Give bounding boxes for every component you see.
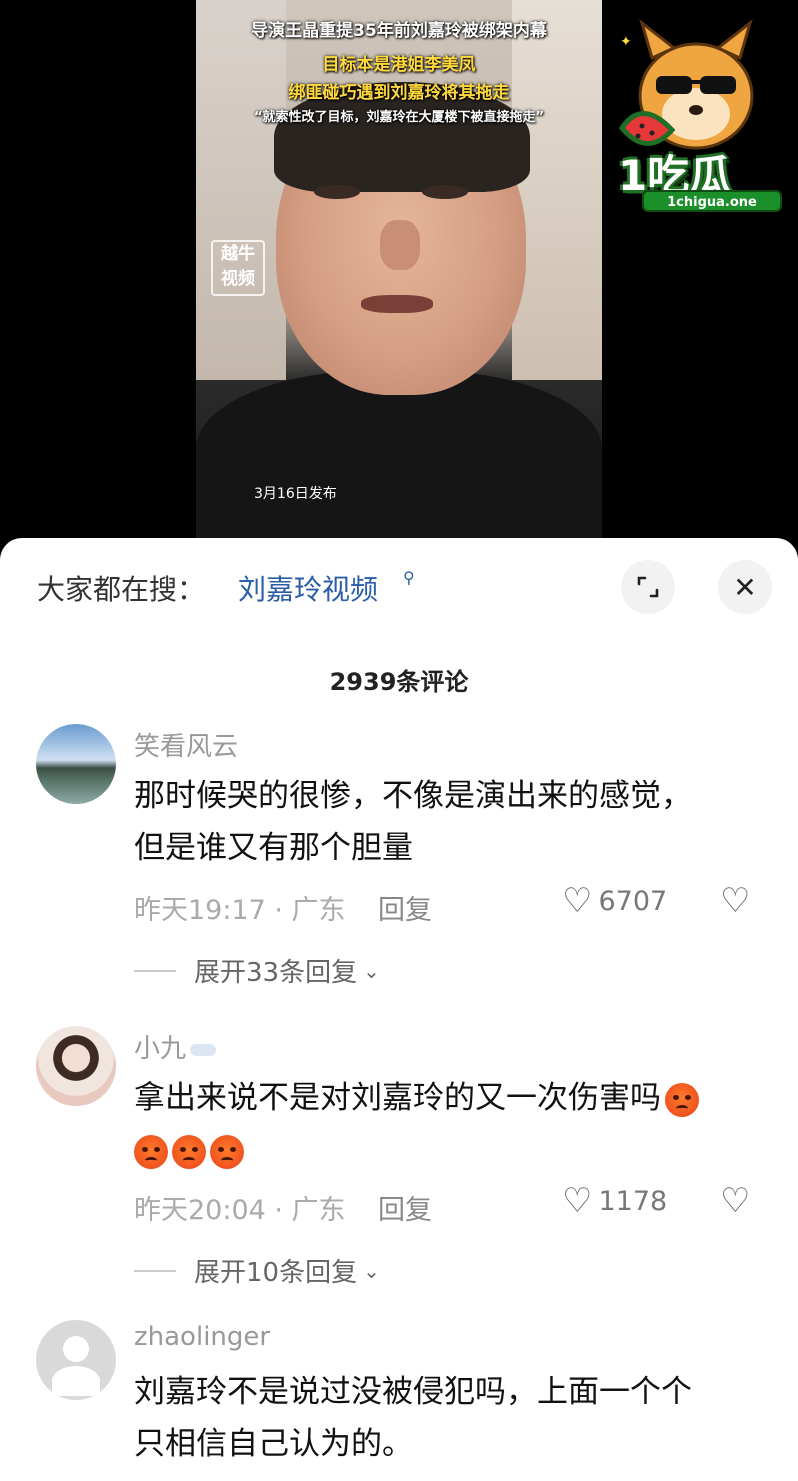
- divider-dash: [134, 1269, 176, 1272]
- comment-text-line: 只相信自己认为的。: [134, 1426, 413, 1462]
- publish-date: 3月16日发布: [254, 486, 337, 502]
- expand-replies-button[interactable]: 展开33条回复 ⌄: [134, 952, 380, 989]
- comment-time-location: 昨天20:04 · 广东: [134, 1195, 346, 1226]
- comment-text-line: 那时候哭的很惨，不像是演出来的感觉，: [134, 778, 692, 814]
- close-icon: ✕: [733, 570, 757, 604]
- comment-username[interactable]: zhaolinger: [134, 1322, 270, 1352]
- video-caption-quote: “就索性改了目标，刘嘉玲在大厦楼下被直接拖走”: [253, 110, 545, 125]
- video-caption-line2: 目标本是港姐李美凤: [322, 55, 476, 75]
- comment-panel: 大家都在搜： 刘嘉玲视频 ⚲ ✕ 2939条评论 笑看风云 那时候哭的很惨，不像…: [0, 538, 798, 1481]
- video-frame[interactable]: 导演王晶重提35年前刘嘉玲被绑架内幕 目标本是港姐李美凤 绑匪碰巧遇到刘嘉玲将其…: [196, 0, 602, 545]
- comment-count: 2939条评论: [329, 668, 469, 696]
- comment-username[interactable]: 笑看风云: [134, 726, 238, 763]
- avatar-shoulders: [52, 1366, 100, 1396]
- person-eye-left: [314, 185, 360, 199]
- broken-heart-icon[interactable]: ♡: [720, 884, 750, 918]
- chevron-down-icon: ⌄: [363, 1258, 380, 1283]
- comment-text: 那时候哭的很惨，不像是演出来的感觉， 但是谁又有那个胆量: [134, 770, 764, 874]
- avatar[interactable]: [36, 724, 116, 804]
- comment-time-location: 昨天19:17 · 广东: [134, 895, 346, 926]
- like-count: 6707: [598, 885, 668, 917]
- expand-replies-button[interactable]: 展开10条回复 ⌄: [134, 1252, 380, 1289]
- chevron-down-icon: ⌄: [363, 958, 380, 983]
- expand-replies-label: 展开10条回复: [194, 1258, 358, 1288]
- cloud-icon: [190, 1043, 217, 1056]
- comment-text-line: 但是谁又有那个胆量: [134, 830, 413, 866]
- expand-icon: [637, 576, 659, 598]
- watermark-line2: 视频: [221, 269, 255, 289]
- video-caption-title: 导演王晶重提35年前刘嘉玲被绑架内幕: [251, 21, 547, 41]
- comment-text: 刘嘉玲不是说过没被侵犯吗，上面一个个 只相信自己认为的。: [134, 1366, 764, 1470]
- broken-heart-icon[interactable]: ♡: [720, 1184, 750, 1218]
- avatar-head: [63, 1336, 89, 1362]
- search-suggestion-link[interactable]: 刘嘉玲视频: [238, 568, 378, 608]
- search-icon[interactable]: ⚲: [403, 568, 415, 587]
- comment-text: 拿出来说不是对刘嘉玲的又一次伤害吗: [134, 1072, 764, 1176]
- comment-text-line: 拿出来说不是对刘嘉玲的又一次伤害吗: [134, 1072, 764, 1124]
- video-caption-line3: 绑匪碰巧遇到刘嘉玲将其拖走: [288, 83, 510, 103]
- reply-button[interactable]: 回复: [378, 1188, 432, 1227]
- avatar[interactable]: [36, 1320, 116, 1400]
- like-button[interactable]: ♡ 1178: [562, 1184, 667, 1218]
- heart-icon: ♡: [562, 881, 593, 921]
- expand-button[interactable]: [621, 560, 675, 614]
- expand-replies-label: 展开33条回复: [194, 958, 358, 988]
- like-count: 1178: [598, 1185, 668, 1217]
- comment-text-line: 刘嘉玲不是说过没被侵犯吗，上面一个个: [134, 1374, 692, 1410]
- like-button[interactable]: ♡ 6707: [562, 884, 667, 918]
- heart-icon: ♡: [562, 1181, 593, 1221]
- angry-face-icon: [172, 1134, 206, 1169]
- video-area[interactable]: 导演王晶重提35年前刘嘉玲被绑架内幕 目标本是港姐李美凤 绑匪碰巧遇到刘嘉玲将其…: [0, 0, 798, 545]
- search-prompt-label: 大家都在搜：: [37, 573, 206, 606]
- video-watermark: 越牛 视频: [211, 240, 265, 296]
- comment-username[interactable]: 小九: [134, 1028, 217, 1065]
- svg-text:✦: ✦: [620, 34, 632, 50]
- person-eye-right: [422, 185, 468, 199]
- person-body: [196, 370, 602, 545]
- close-button[interactable]: ✕: [718, 560, 772, 614]
- comment-text-content: 拿出来说不是对刘嘉玲的又一次伤害吗: [134, 1080, 661, 1116]
- brand-url: 1chigua.one: [642, 190, 782, 212]
- person-mouth: [361, 295, 433, 313]
- divider-dash: [134, 969, 176, 972]
- comment-emoji-line: [134, 1124, 764, 1176]
- angry-face-icon: [134, 1134, 168, 1169]
- avatar[interactable]: [36, 1026, 116, 1106]
- reply-button[interactable]: 回复: [378, 888, 432, 927]
- person-nose: [380, 220, 420, 270]
- watermark-line1: 越牛: [221, 244, 255, 264]
- angry-face-icon: [665, 1082, 699, 1117]
- angry-face-icon: [210, 1134, 244, 1169]
- comment-username-text: 小九: [134, 1034, 187, 1064]
